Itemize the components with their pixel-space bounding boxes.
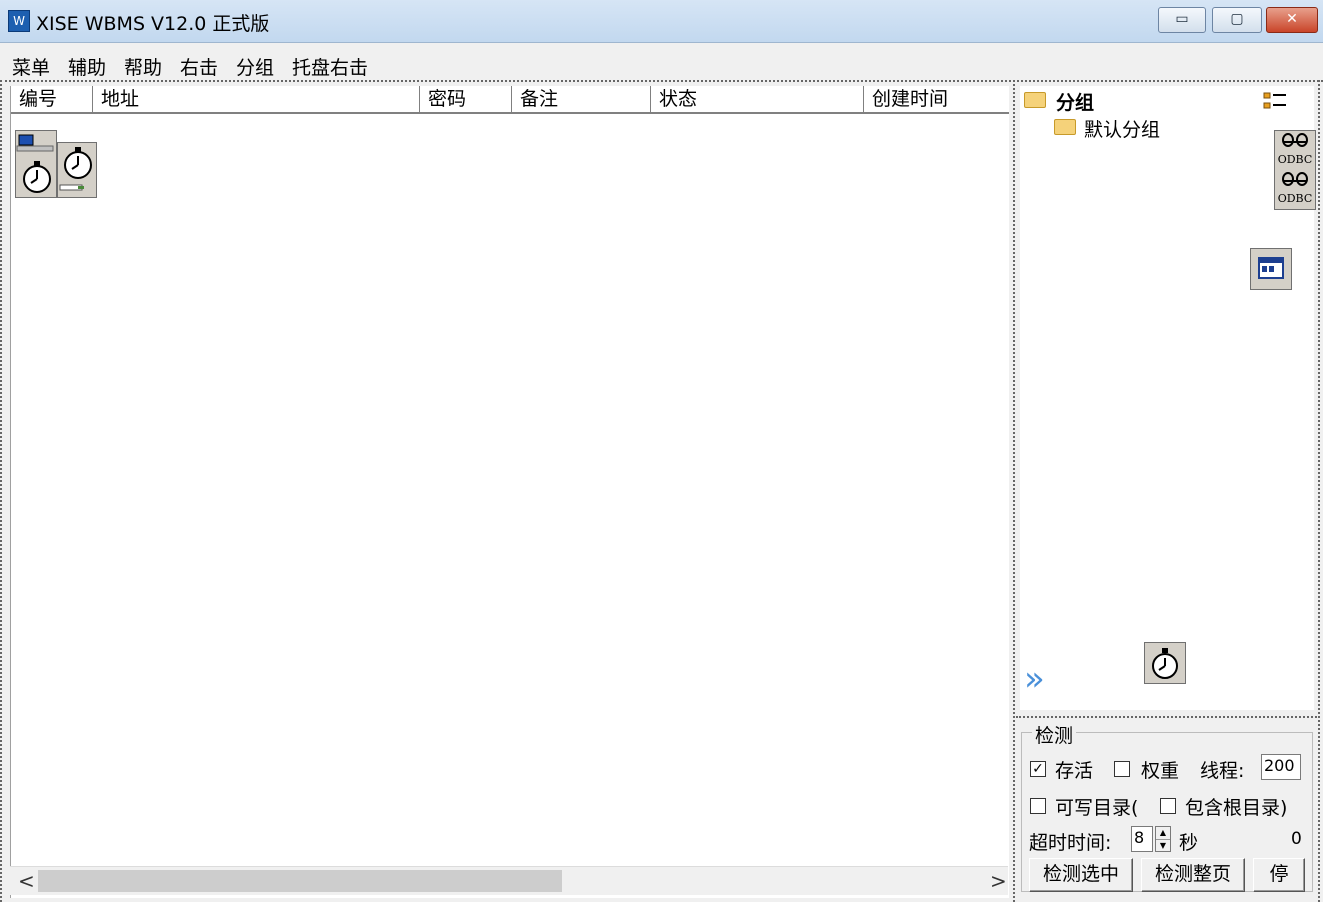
column-header-created[interactable]: 创建时间 <box>864 86 1009 112</box>
weight-checkbox[interactable] <box>1114 761 1130 777</box>
divider <box>1318 80 1321 902</box>
divider <box>0 80 3 902</box>
title-bar: W XISE WBMS V12.0 正式版 ▭ ▢ ✕ <box>0 0 1323 43</box>
tree-root-group[interactable]: 分组 <box>1056 88 1094 115</box>
close-button[interactable]: ✕ <box>1266 7 1318 33</box>
timeout-label: 超时时间: <box>1029 832 1112 854</box>
menu-item-menu[interactable]: 菜单 <box>12 53 50 80</box>
timeout-spinner[interactable]: ▲ ▼ <box>1155 826 1171 852</box>
app-icon: W <box>8 10 30 32</box>
check-selected-button[interactable]: 检测选中 <box>1029 858 1133 892</box>
tree-item-default-group[interactable]: 默认分组 <box>1084 115 1160 142</box>
detect-title: 检测 <box>1032 721 1077 748</box>
writable-dir-checkbox[interactable] <box>1030 798 1046 814</box>
minimize-button[interactable]: ▭ <box>1158 7 1206 33</box>
expand-arrows-icon[interactable]: » <box>1024 662 1054 698</box>
menu-item-assist[interactable]: 辅助 <box>68 53 106 80</box>
horizontal-scrollbar[interactable]: < > <box>10 866 1008 895</box>
count-value: 0 <box>1291 829 1302 849</box>
check-page-button[interactable]: 检测整页 <box>1141 858 1245 892</box>
scroll-thumb[interactable] <box>38 870 562 892</box>
threads-input[interactable]: 200 <box>1261 754 1301 780</box>
keepalive-label: 存活 <box>1055 760 1094 782</box>
svg-text:ODBC: ODBC <box>1278 192 1313 205</box>
maximize-button[interactable]: ▢ <box>1212 7 1262 33</box>
stop-button[interactable]: 停 <box>1253 858 1305 892</box>
column-header-password[interactable]: 密码 <box>420 86 512 112</box>
menu-item-right-click[interactable]: 右击 <box>180 53 218 80</box>
group-tree[interactable]: 分组 默认分组 ODBC ODBC » <box>1020 86 1316 710</box>
computer-icon <box>15 130 57 198</box>
menu-bar: 菜单 辅助 帮助 右击 分组 托盘右击 <box>0 44 1323 82</box>
list-view-icon[interactable] <box>1262 90 1288 112</box>
list-header: 编号 地址 密码 备注 状态 创建时间 <box>11 86 1009 114</box>
column-header-note[interactable]: 备注 <box>512 86 651 112</box>
column-header-status[interactable]: 状态 <box>651 86 864 112</box>
divider <box>0 80 1323 83</box>
menu-item-tray-right-click[interactable]: 托盘右击 <box>292 53 368 80</box>
seconds-label: 秒 <box>1179 832 1199 854</box>
timer-icon <box>57 142 97 198</box>
scroll-left-arrow[interactable]: < <box>18 869 35 893</box>
folder-icon <box>1024 92 1046 108</box>
folder-icon <box>1054 119 1076 135</box>
timer-icon <box>1144 642 1186 684</box>
include-root-checkbox[interactable] <box>1160 798 1176 814</box>
odbc-icon: ODBC ODBC <box>1274 130 1316 210</box>
include-root-label: 包含根目录) <box>1185 797 1288 819</box>
timeout-input[interactable]: 8 <box>1131 826 1153 852</box>
writable-dir-label: 可写目录( <box>1055 797 1139 819</box>
divider <box>1016 716 1320 719</box>
svg-text:ODBC: ODBC <box>1278 153 1313 166</box>
splitter[interactable] <box>1013 80 1016 902</box>
window-title: XISE WBMS V12.0 正式版 <box>36 13 270 35</box>
menu-item-group[interactable]: 分组 <box>236 53 274 80</box>
keepalive-checkbox[interactable]: ✓ <box>1030 761 1046 777</box>
column-header-id[interactable]: 编号 <box>11 86 93 112</box>
site-list[interactable]: 编号 地址 密码 备注 状态 创建时间 <box>10 86 1009 898</box>
form-icon <box>1250 248 1292 290</box>
scroll-right-arrow[interactable]: > <box>990 869 1007 893</box>
menu-item-help[interactable]: 帮助 <box>124 53 162 80</box>
weight-label: 权重 <box>1141 760 1180 782</box>
detect-panel: 检测 ✓ 存活 权重 线程: 200 可写目录( 包含根目录) 超时时间: 8 … <box>1021 721 1315 896</box>
threads-label: 线程: <box>1200 760 1245 782</box>
column-header-address[interactable]: 地址 <box>93 86 420 112</box>
